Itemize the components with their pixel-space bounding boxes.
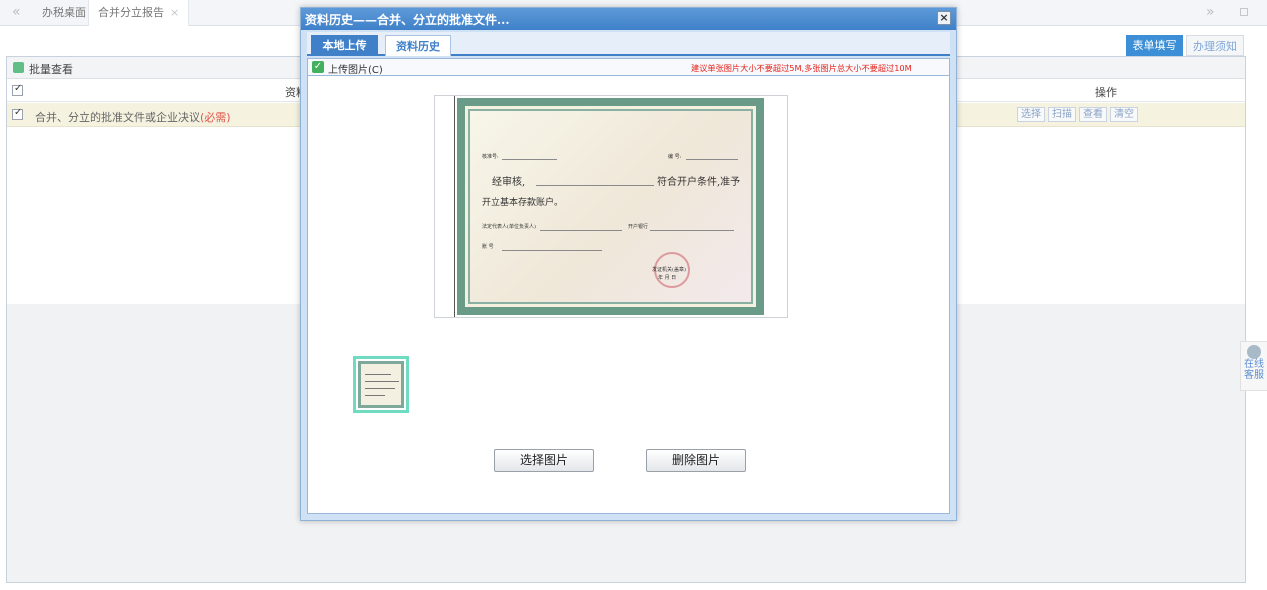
certificate-image: 核准号: 编 号: 经审核, 符合开户条件,准予 开立基本存款账户。 法定代表人… bbox=[457, 98, 764, 315]
tab-label: 办税桌面 bbox=[42, 6, 86, 19]
cert-line bbox=[536, 185, 654, 186]
cert-verified: 经审核, bbox=[492, 177, 526, 188]
batch-view-label: 批量查看 bbox=[29, 63, 73, 76]
preview-divider bbox=[454, 96, 455, 317]
tab-material-history[interactable]: 资料历史 bbox=[385, 35, 451, 56]
cert-legal-rep: 法定代表人(单位负责人) bbox=[482, 224, 536, 230]
tab-label: 合并分立报告 bbox=[98, 6, 164, 19]
select-button[interactable]: 选择 bbox=[1017, 107, 1045, 122]
dialog-titlebar[interactable]: 资料历史——合并、分立的批准文件... × bbox=[301, 8, 956, 30]
required-tag: (必需) bbox=[200, 111, 231, 124]
view-button[interactable]: 查看 bbox=[1079, 107, 1107, 122]
select-image-button[interactable]: 选择图片 bbox=[494, 449, 594, 472]
scan-button[interactable]: 扫描 bbox=[1048, 107, 1076, 122]
scroll-right-icon[interactable]: » bbox=[1206, 4, 1215, 20]
dialog-tabs: 本地上传 资料历史 bbox=[307, 32, 950, 56]
upload-label: 上传图片(C) bbox=[328, 65, 383, 76]
cert-key-no: 核准号: bbox=[482, 154, 499, 160]
size-warning: 建议单张图片大小不要超过5M,多张图片总大小不要超过10M bbox=[691, 63, 912, 73]
thumbnail-image bbox=[358, 361, 404, 408]
service-label-1: 在线 bbox=[1244, 359, 1264, 370]
cert-line bbox=[540, 230, 622, 231]
cert-bank: 开户银行 bbox=[628, 224, 649, 230]
maximize-icon[interactable] bbox=[1240, 8, 1248, 16]
cert-open-account: 开立基本存款账户。 bbox=[482, 198, 564, 208]
tab-merger-split-report[interactable]: 合并分立报告 × bbox=[88, 0, 190, 26]
online-service-widget[interactable]: 在线 客服 bbox=[1240, 341, 1267, 391]
cert-account: 账 号 bbox=[482, 244, 494, 250]
dialog-body: ✓ 上传图片(C) 建议单张图片大小不要超过5M,多张图片总大小不要超过10M … bbox=[307, 58, 950, 514]
tab-form-fill[interactable]: 表单填写 bbox=[1126, 35, 1183, 56]
cert-line bbox=[650, 230, 734, 231]
cert-issuer: 发证机关(盖章) bbox=[652, 267, 686, 273]
image-thumbnail[interactable] bbox=[353, 356, 409, 413]
support-agent-icon bbox=[1247, 345, 1261, 359]
cert-qualifies: 符合开户条件,准予 bbox=[657, 177, 741, 188]
select-all-checkbox[interactable] bbox=[12, 83, 23, 96]
cert-serial: 编 号: bbox=[668, 154, 682, 160]
row-checkbox[interactable] bbox=[12, 107, 23, 120]
close-tab-icon[interactable]: × bbox=[170, 6, 179, 19]
tab-local-upload[interactable]: 本地上传 bbox=[311, 35, 378, 56]
cert-date: 年 月 日 bbox=[658, 275, 677, 281]
material-name: 合并、分立的批准文件或企业决议(必需) bbox=[35, 109, 231, 125]
delete-image-button[interactable]: 删除图片 bbox=[646, 449, 746, 472]
certificate-inner: 核准号: 编 号: 经审核, 符合开户条件,准予 开立基本存款账户。 法定代表人… bbox=[468, 109, 753, 304]
cert-line bbox=[502, 250, 602, 251]
material-name-text: 合并、分立的批准文件或企业决议 bbox=[35, 111, 200, 124]
column-header-operations: 操作 bbox=[1095, 86, 1117, 99]
dialog-title: 资料历史——合并、分立的批准文件... bbox=[305, 13, 510, 27]
upload-bar: ✓ 上传图片(C) 建议单张图片大小不要超过5M,多张图片总大小不要超过10M bbox=[308, 59, 949, 76]
close-icon[interactable]: × bbox=[937, 11, 951, 25]
checkmark-icon: ✓ bbox=[312, 61, 324, 73]
material-history-dialog: 资料历史——合并、分立的批准文件... × 本地上传 资料历史 ✓ 上传图片(C… bbox=[300, 7, 957, 521]
clear-button[interactable]: 清空 bbox=[1110, 107, 1138, 122]
tab-tax-desktop[interactable]: 办税桌面 bbox=[33, 0, 96, 26]
service-label-2: 客服 bbox=[1244, 370, 1264, 381]
row-operations: 选择 扫描 查看 清空 bbox=[1017, 107, 1138, 122]
image-preview: 核准号: 编 号: 经审核, 符合开户条件,准予 开立基本存款账户。 法定代表人… bbox=[434, 95, 788, 318]
cert-line bbox=[502, 159, 557, 160]
tab-instructions[interactable]: 办理须知 bbox=[1186, 35, 1244, 56]
scroll-left-icon[interactable]: « bbox=[12, 4, 21, 20]
batch-view-icon bbox=[13, 62, 24, 73]
cert-line bbox=[686, 159, 738, 160]
